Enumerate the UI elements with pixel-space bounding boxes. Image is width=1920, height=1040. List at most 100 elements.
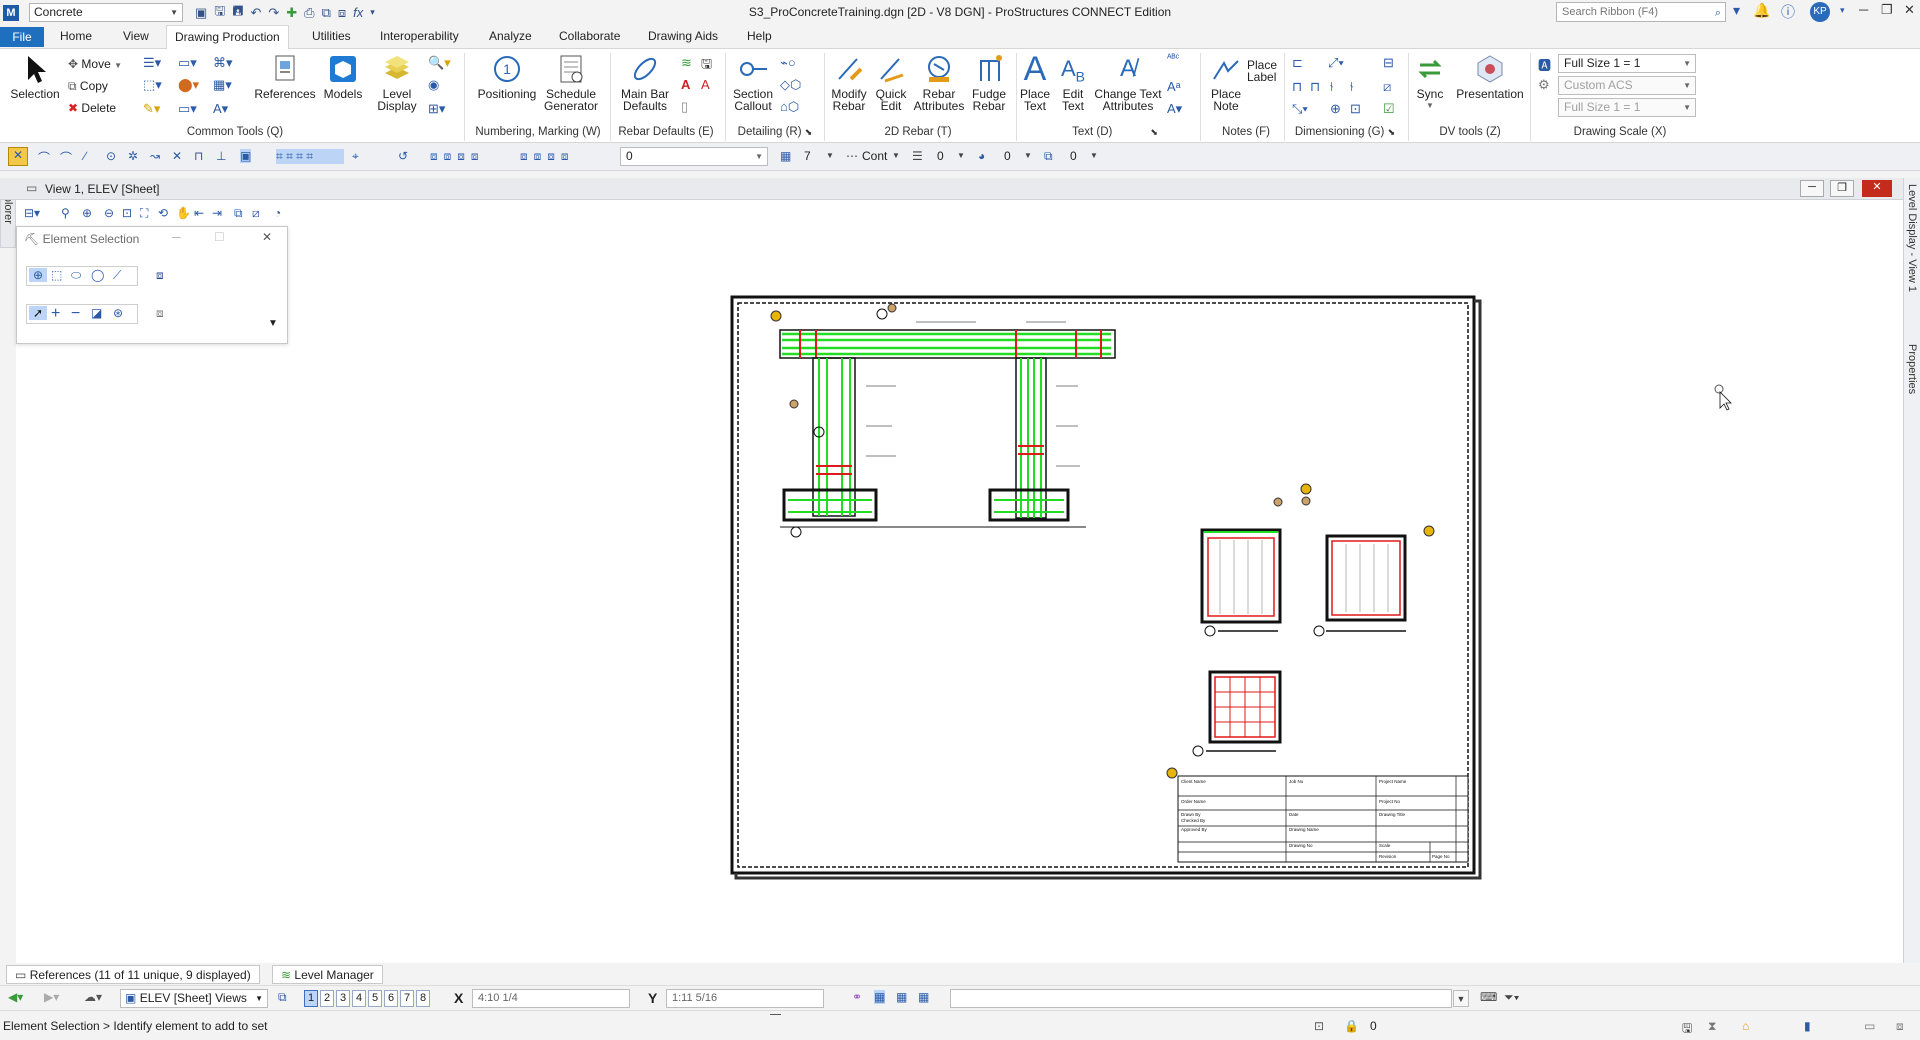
zoom-in-icon[interactable]: ⊕	[82, 206, 92, 220]
section-callout-button[interactable]: Section Callout	[728, 53, 778, 112]
dimension-point-icon[interactable]: ⊡	[1350, 101, 1361, 117]
line-tools-icon[interactable]: ☰▾	[143, 55, 161, 71]
modify-rebar-button[interactable]: Modify Rebar	[826, 53, 872, 112]
forward-icon[interactable]: ▶▾	[44, 990, 59, 1004]
text-size-icon[interactable]: Aᵃ	[1167, 79, 1181, 94]
view-3-button[interactable]: 3	[336, 990, 350, 1007]
fudge-rebar-button[interactable]: Fudge Rebar	[965, 53, 1013, 112]
back-icon[interactable]: ◀▾	[8, 990, 23, 1004]
close-icon[interactable]: ✕	[1904, 2, 1915, 18]
text-more-icon[interactable]: A▾	[1167, 101, 1182, 117]
chevron-down-icon[interactable]: ▼	[957, 151, 965, 160]
view-group-dropdown[interactable]: ▣ ELEV [Sheet] Views ▼	[120, 989, 268, 1008]
transparency-icon[interactable]: ◕	[978, 149, 985, 163]
tangent-icon[interactable]: ∕	[84, 149, 86, 163]
accudraw-shortcut-icon[interactable]: ⚭	[852, 990, 862, 1004]
user-menu-chevron-icon[interactable]: ▾	[1840, 5, 1845, 16]
text-red-icon[interactable]: A	[681, 77, 690, 92]
fit-view-icon[interactable]: ⛶	[140, 206, 148, 221]
home-icon[interactable]: ⌂	[1742, 1019, 1749, 1033]
view-close-icon[interactable]: ✕	[1862, 180, 1892, 197]
dimension-center-icon[interactable]: ⊕	[1330, 101, 1341, 117]
dimension-check-icon[interactable]: ☑	[1383, 101, 1395, 117]
compare-icon[interactable]: ⧉	[322, 5, 331, 21]
view-attributes-icon[interactable]: ⊟▾	[24, 206, 40, 220]
active-transparency-value[interactable]: 0	[1004, 149, 1011, 163]
drawing-scale-dropdown[interactable]: Full Size 1 = 1 ▼	[1558, 54, 1696, 73]
chevron-down-icon[interactable]: ▼	[892, 151, 900, 160]
add-mode-icon[interactable]: +	[51, 305, 60, 323]
zoom-out-icon[interactable]: ⊖	[104, 206, 114, 220]
update-view-icon[interactable]: ⚲	[61, 206, 70, 220]
shape-icon[interactable]: ▭▾	[178, 101, 197, 117]
place-point-icon[interactable]: ⌘▾	[213, 55, 233, 71]
view-group-manager-icon[interactable]: ⧉	[278, 990, 287, 1005]
text-alt-icon[interactable]: A	[701, 77, 710, 92]
restore-icon[interactable]: ❐	[1881, 2, 1893, 18]
dimension-element-icon[interactable]: ⊓	[1292, 79, 1302, 95]
keyin-field[interactable]: ▼	[950, 989, 1469, 1008]
view-restore-icon[interactable]: ❐	[1830, 180, 1854, 197]
active-color-value[interactable]: 7	[804, 149, 811, 163]
sync-button[interactable]: Sync ▼	[1410, 53, 1450, 112]
models-icon[interactable]: ⧈	[338, 5, 346, 21]
dimension-linear-icon[interactable]: ⊏	[1292, 55, 1303, 71]
tab-help[interactable]: Help	[747, 29, 772, 43]
filter-icon[interactable]: ⏷▾	[1504, 990, 1519, 1005]
find-icon[interactable]: 🔍▾	[428, 55, 451, 71]
view-1-button[interactable]: 1	[304, 990, 318, 1007]
grid-toggle-icon[interactable]: ▦	[874, 990, 886, 1004]
active-style-value[interactable]: Cont	[862, 149, 887, 163]
view-cubes[interactable]: ⧈⧈⧈⧈	[430, 149, 485, 164]
dimension-size-icon[interactable]: ⧄	[1383, 79, 1391, 95]
help-icon[interactable]: ⓘ	[1781, 2, 1795, 22]
view-2-button[interactable]: 2	[320, 990, 334, 1007]
main-bar-defaults-button[interactable]: Main Bar Defaults	[614, 53, 676, 112]
dialog-maximize-icon[interactable]: ☐	[214, 230, 225, 244]
view-mode-toggles[interactable]: ⌗ ⌗ ⌗ ⌗	[276, 149, 344, 164]
line-style-icon[interactable]: ▭▾	[178, 55, 197, 71]
save-defaults-icon[interactable]: 🖫	[701, 55, 712, 77]
lock-icon[interactable]: 🔒	[1344, 1019, 1359, 1033]
edit-text-button[interactable]: AB Edit Text	[1056, 53, 1090, 112]
fill-icon[interactable]: ⬤▾	[178, 77, 199, 93]
expand-dialog-icon[interactable]: ▼	[268, 318, 278, 329]
text-style-icon[interactable]: A▾	[213, 101, 228, 117]
individual-method-icon[interactable]: ⊕	[29, 268, 47, 282]
references-dock-tab[interactable]: ▭ References (11 of 11 unique, 9 display…	[6, 965, 260, 984]
chevron-down-icon[interactable]: ▼	[1024, 151, 1032, 160]
dimension-stack-icon[interactable]: ⊟	[1383, 55, 1394, 71]
print-icon[interactable]: ⎙	[304, 5, 314, 21]
circle-method-icon[interactable]: ◯	[91, 268, 104, 282]
rebar-attributes-button[interactable]: Rebar Attributes	[911, 53, 967, 112]
subtract-mode-icon[interactable]: −	[71, 305, 80, 323]
app-logo[interactable]: M	[3, 4, 19, 21]
launcher-icon[interactable]: ⬊	[1388, 127, 1396, 137]
view-previous-icon[interactable]: ⇤	[194, 206, 204, 220]
pan-view-icon[interactable]: ✋	[176, 206, 191, 220]
minimize-icon[interactable]: ─	[1859, 2, 1868, 17]
clip-volume-icon[interactable]: ⧄	[252, 206, 260, 221]
detail-callout-icon[interactable]: ⌁○	[780, 55, 796, 71]
launcher-icon[interactable]: ⬊	[805, 127, 813, 137]
center-snap-icon[interactable]: ⊙	[106, 149, 116, 163]
dialog-minimize-icon[interactable]: ─	[172, 230, 181, 244]
chevron-down-icon[interactable]: ▼	[1090, 151, 1098, 160]
launcher-icon[interactable]: ⬊	[1150, 127, 1158, 137]
search-dropdown-icon[interactable]: ▾	[1733, 2, 1740, 19]
schedule-generator-button[interactable]: Schedule Generator	[538, 53, 604, 112]
presentation-button[interactable]: Presentation	[1452, 53, 1528, 100]
place-label-button[interactable]: Place Label	[1247, 59, 1277, 83]
explorer-tree-icon[interactable]: ⊞▾	[428, 101, 445, 117]
copy-view-icon[interactable]: ⧉	[234, 206, 243, 221]
move-button[interactable]: ✥ Move ▼	[68, 57, 122, 71]
change-text-attributes-button[interactable]: A̸ Change Text Attributes	[1093, 53, 1163, 112]
view-minimize-icon[interactable]: ─	[1800, 180, 1824, 197]
notification-icon[interactable]: 🔔	[1753, 2, 1770, 19]
line-style-icon[interactable]: ⋯	[846, 149, 858, 163]
save-status-icon[interactable]: 🖫	[1682, 1019, 1692, 1040]
dimension-arc-icon[interactable]: ⫮	[1350, 79, 1353, 95]
level-manager-dock-tab[interactable]: ≋ Level Manager	[272, 965, 383, 984]
fence-icon[interactable]: ⬚▾	[143, 77, 162, 93]
invert-mode-icon[interactable]: ◪	[91, 306, 102, 320]
